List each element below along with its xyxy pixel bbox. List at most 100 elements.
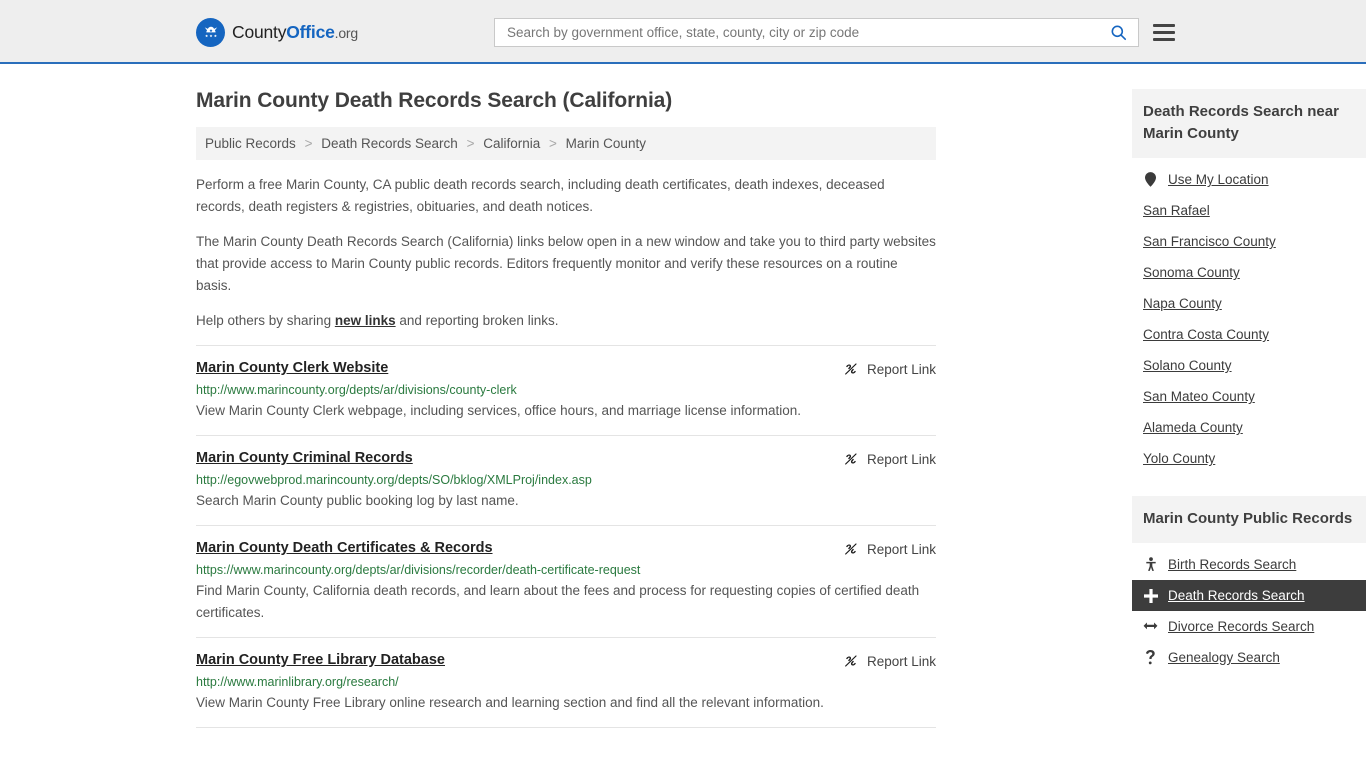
sidebar-item-use-my-location[interactable]: Use My Location [1132,164,1366,195]
logo-text-org: .org [334,25,359,41]
search-input[interactable] [505,24,1107,41]
sidebar-item-sonoma-county[interactable]: Sonoma County [1132,257,1366,288]
breadcrumb-item-california[interactable]: California [483,136,540,151]
result-title-link[interactable]: Marin County Clerk Website [196,360,388,376]
sidebar-item-label: Contra Costa County [1143,327,1270,342]
site-header: CountyOffice.org [0,0,1366,64]
intro-text: Perform a free Marin County, CA public d… [196,174,936,332]
result-title-link[interactable]: Marin County Death Certificates & Record… [196,540,493,556]
result-item: Marin County Clerk Website Report Link h… [196,345,936,435]
result-header: Marin County Death Certificates & Record… [196,540,936,557]
result-header: Marin County Criminal Records Report Lin… [196,450,936,467]
new-links-link[interactable]: new links [335,313,396,328]
result-url: http://www.marincounty.org/depts/ar/divi… [196,383,517,397]
result-header: Marin County Clerk Website Report Link [196,360,936,377]
hamburger-menu-icon[interactable] [1153,24,1175,41]
sidebar-item-label: Napa County [1143,296,1222,311]
logo-text-county: County [232,22,287,42]
breadcrumb-item-death-records-search[interactable]: Death Records Search [321,136,458,151]
sidebar-item-solano-county[interactable]: Solano County [1132,350,1366,381]
intro-p3-after: and reporting broken links. [395,313,559,328]
site-logo-text: CountyOffice.org [232,22,358,43]
sidebar-item-label: Birth Records Search [1168,557,1297,572]
sidebar-item-contra-costa-county[interactable]: Contra Costa County [1132,319,1366,350]
report-link-button[interactable]: Report Link [843,360,936,377]
sidebar-item-san-francisco-county[interactable]: San Francisco County [1132,226,1366,257]
sidebar-item-label: Sonoma County [1143,265,1240,280]
breadcrumb-separator: > [549,136,557,151]
result-item: Marin County Criminal Records Report Lin… [196,435,936,525]
broken-link-icon [845,543,857,555]
report-link-label: Report Link [866,653,936,669]
results-bottom-divider [196,727,936,728]
hamburger-bar [1153,24,1175,27]
broken-link-icon [845,363,857,375]
sidebar-public-records-header: Marin County Public Records [1132,496,1366,543]
sidebar-item-label: Death Records Search [1168,588,1305,603]
sidebar-item-label: Genealogy Search [1168,650,1280,665]
report-link-label: Report Link [866,361,936,377]
sidebar-item-label: Divorce Records Search [1168,619,1315,634]
search-box[interactable] [494,18,1139,47]
sidebar-item-genealogy-search[interactable]: Genealogy Search [1132,642,1366,673]
broken-link-icon [845,655,857,667]
result-title-link[interactable]: Marin County Free Library Database [196,652,445,668]
report-link-label: Report Link [866,451,936,467]
left-right-arrow-icon [1143,621,1158,633]
result-description: Search Marin County public booking log b… [196,493,519,508]
sidebar-item-label: San Rafael [1143,203,1210,218]
result-description: Find Marin County, California death reco… [196,583,920,620]
sidebar-item-label: Yolo County [1143,451,1216,466]
sidebar-near-header: Death Records Search near Marin County [1132,89,1366,158]
result-description: View Marin County Free Library online re… [196,695,824,710]
broken-link-icon [845,453,857,465]
sidebar-item-birth-records-search[interactable]: Birth Records Search [1132,549,1366,580]
breadcrumb-separator: > [304,136,313,151]
sidebar-item-san-mateo-county[interactable]: San Mateo County [1132,381,1366,412]
map-pin-icon [1143,172,1158,187]
intro-paragraph-2: The Marin County Death Records Search (C… [196,234,936,293]
sidebar-item-label: San Francisco County [1143,234,1276,249]
sidebar-public-records-list: Birth Records Search Death Records Searc… [1132,549,1366,673]
breadcrumb-item-marin-county[interactable]: Marin County [566,136,646,151]
result-item: Marin County Free Library Database Repor… [196,637,936,727]
report-link-button[interactable]: Report Link [843,652,936,669]
page-body: Marin County Death Records Search (Calif… [0,64,1366,728]
result-item: Marin County Death Certificates & Record… [196,525,936,637]
sidebar-item-label: Alameda County [1143,420,1243,435]
sidebar: Death Records Search near Marin County U… [1132,64,1366,728]
report-link-button[interactable]: Report Link [843,540,936,557]
sidebar-item-death-records-search[interactable]: Death Records Search [1132,580,1366,611]
search-icon [1111,25,1127,41]
sidebar-item-label: San Mateo County [1143,389,1255,404]
site-logo[interactable]: CountyOffice.org [196,18,358,47]
sidebar-item-divorce-records-search[interactable]: Divorce Records Search [1132,611,1366,642]
breadcrumb: Public Records > Death Records Search > … [196,127,936,160]
plus-cross-icon [1143,588,1158,603]
question-mark-icon [1143,650,1158,665]
breadcrumb-separator: > [466,136,475,151]
page-title: Marin County Death Records Search (Calif… [196,89,673,112]
sidebar-item-san-rafael[interactable]: San Rafael [1132,195,1366,226]
eagle-stars-seal-icon [196,18,225,47]
result-url: https://www.marincounty.org/depts/ar/div… [196,563,641,577]
main-content: Marin County Death Records Search (Calif… [196,64,936,728]
header-search-area [494,18,1175,47]
hamburger-bar [1153,38,1175,41]
intro-paragraph-3: Help others by sharing new links and rep… [196,310,936,332]
result-url: http://egovwebprod.marincounty.org/depts… [196,473,592,487]
breadcrumb-item-public-records[interactable]: Public Records [205,136,296,151]
intro-p3-before: Help others by sharing [196,313,335,328]
search-submit-button[interactable] [1107,23,1130,42]
report-link-button[interactable]: Report Link [843,450,936,467]
result-title-link[interactable]: Marin County Criminal Records [196,450,413,466]
sidebar-item-napa-county[interactable]: Napa County [1132,288,1366,319]
result-description: View Marin County Clerk webpage, includi… [196,403,802,418]
report-link-label: Report Link [866,541,936,557]
baby-icon [1143,557,1158,572]
sidebar-item-yolo-county[interactable]: Yolo County [1132,443,1366,474]
logo-text-office: Office [286,22,335,42]
intro-paragraph-1: Perform a free Marin County, CA public d… [196,177,885,214]
sidebar-item-alameda-county[interactable]: Alameda County [1132,412,1366,443]
sidebar-item-label: Use My Location [1168,172,1269,187]
